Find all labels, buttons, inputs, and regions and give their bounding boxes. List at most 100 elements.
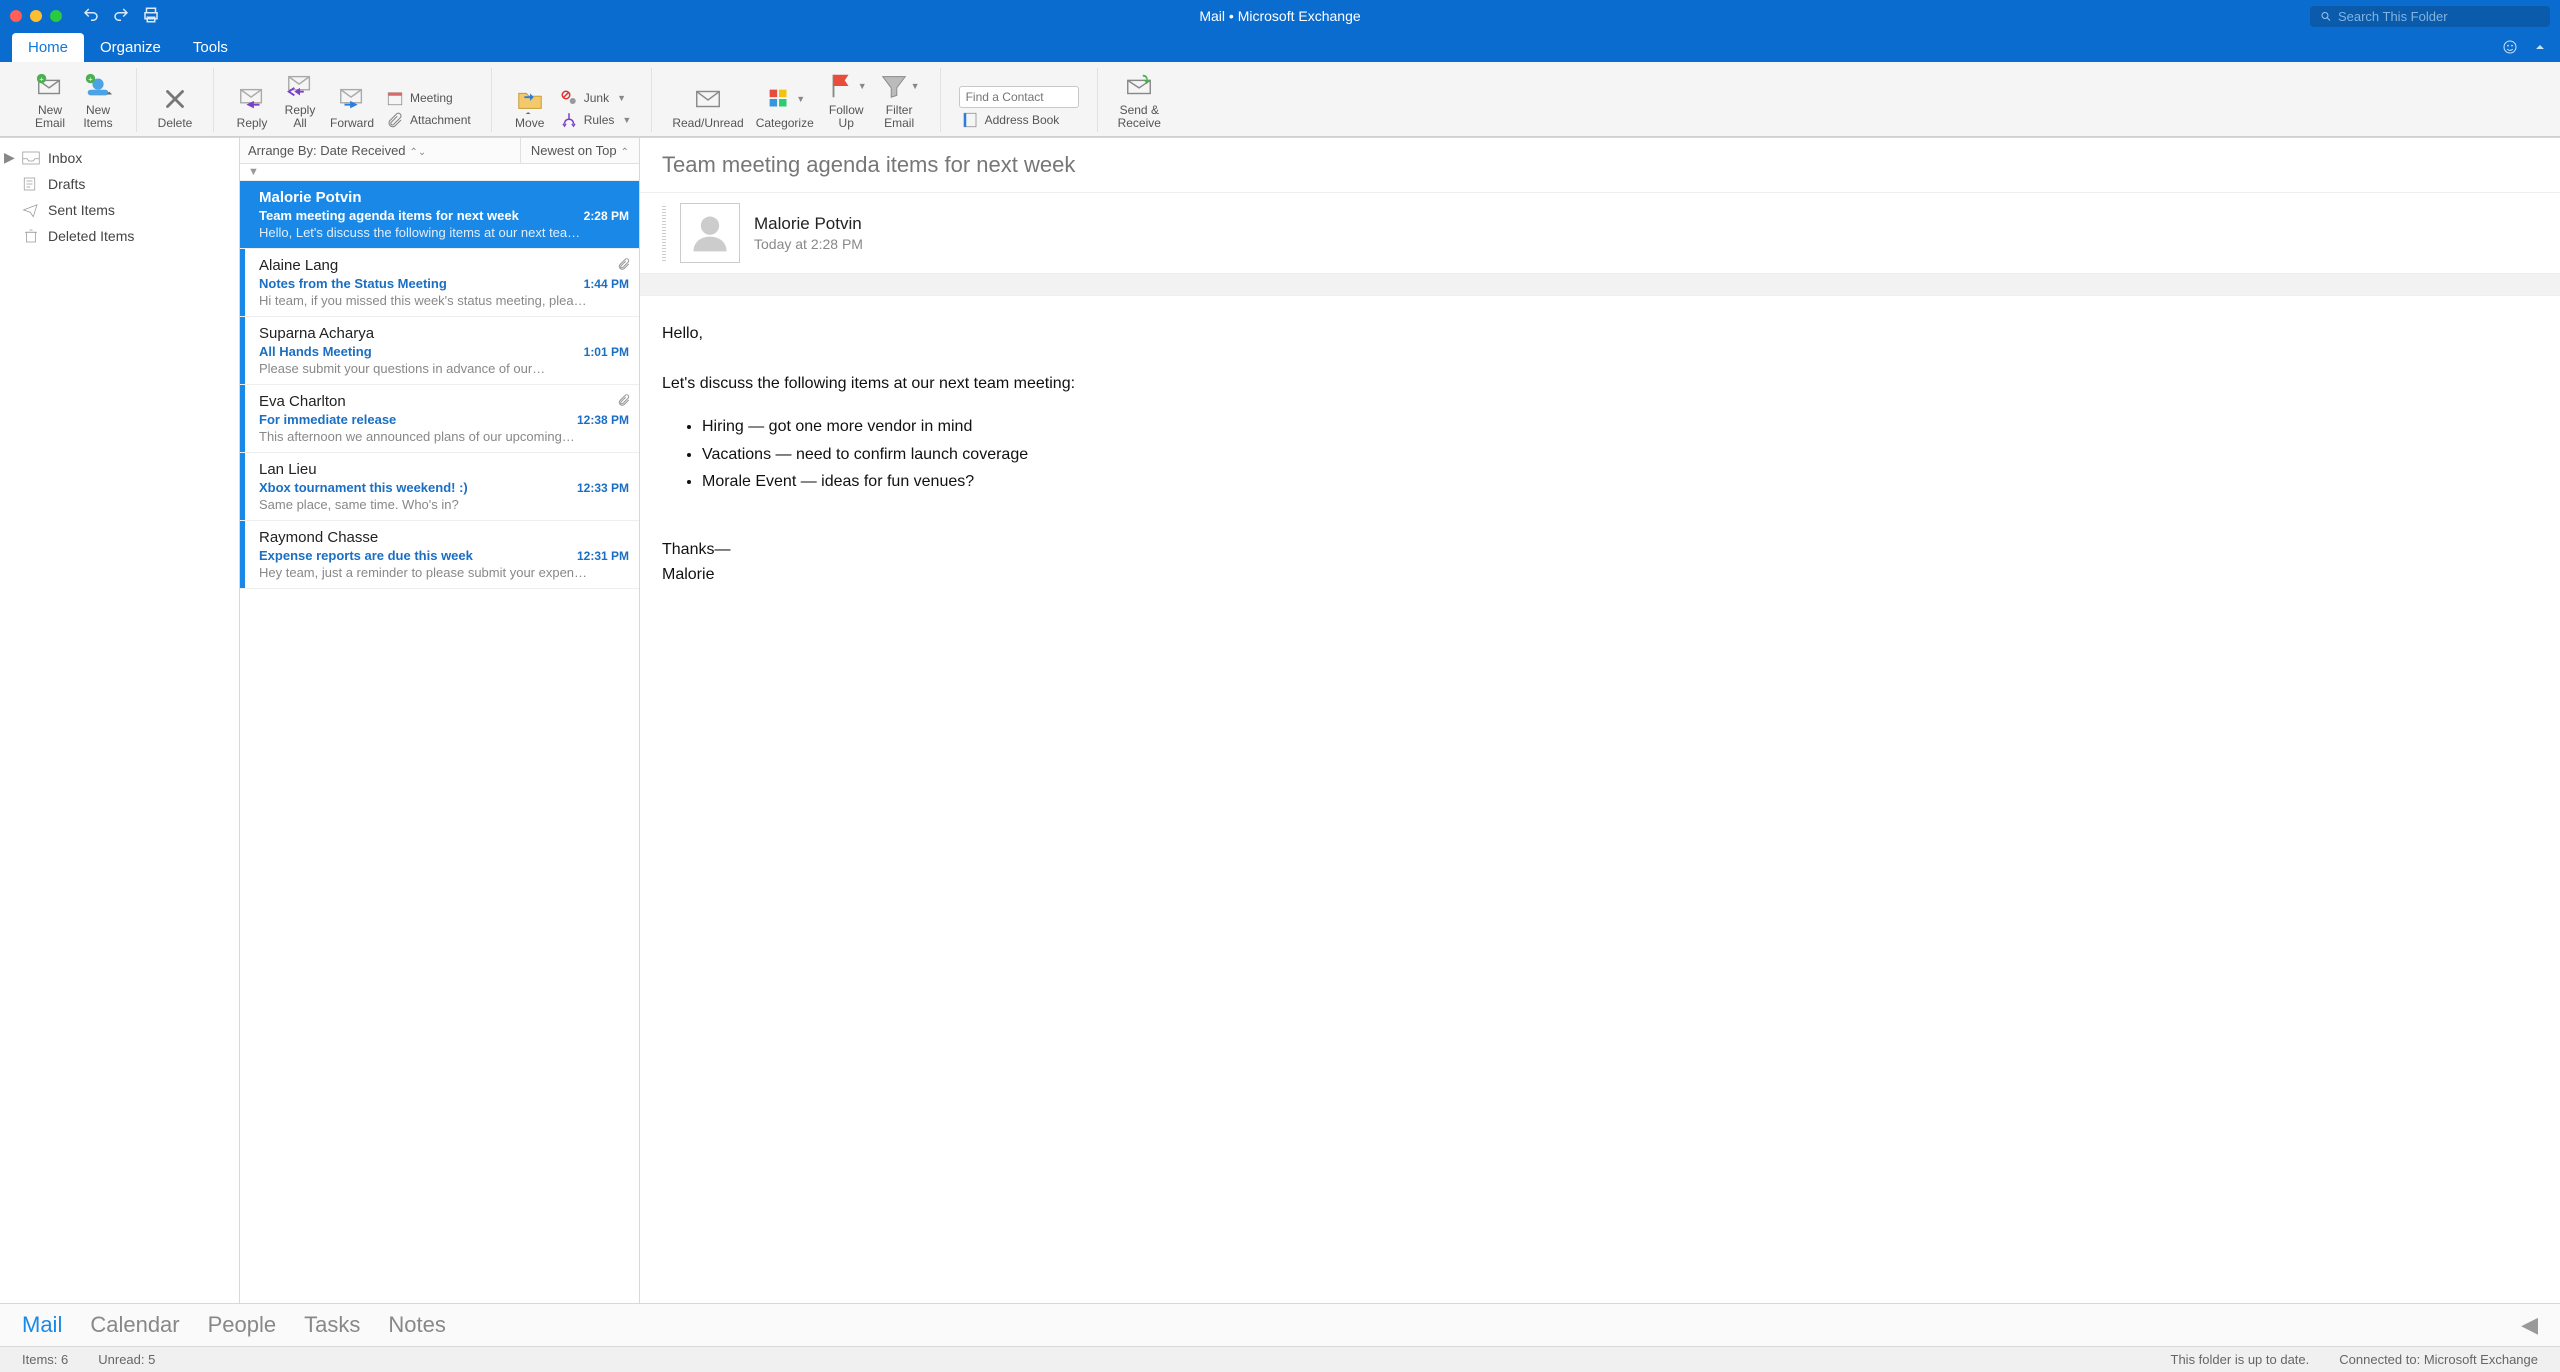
sent-icon bbox=[22, 203, 40, 217]
smiley-feedback-icon[interactable] bbox=[2502, 39, 2518, 58]
message-item[interactable]: Raymond ChasseExpense reports are due th… bbox=[240, 521, 639, 589]
message-time: 1:44 PM bbox=[584, 277, 629, 291]
read-unread-button[interactable]: Read/Unread bbox=[666, 81, 749, 132]
message-list-header: Arrange By: Date Received⌃⌄ Newest on To… bbox=[240, 138, 639, 164]
message-time: 12:38 PM bbox=[577, 413, 629, 427]
search-icon bbox=[2320, 10, 2332, 23]
titlebar: Mail • Microsoft Exchange bbox=[0, 0, 2560, 32]
folder-drafts[interactable]: Drafts bbox=[0, 171, 239, 197]
folder-deleted-label: Deleted Items bbox=[48, 228, 134, 244]
search-box[interactable] bbox=[2310, 6, 2550, 27]
message-item[interactable]: Suparna AcharyaAll Hands Meeting1:01 PMP… bbox=[240, 317, 639, 385]
reading-pane: Team meeting agenda items for next week … bbox=[640, 138, 2560, 1303]
switch-mail[interactable]: Mail bbox=[22, 1312, 62, 1338]
body-closing1: Thanks— bbox=[662, 538, 2538, 563]
undo-icon[interactable] bbox=[82, 6, 100, 27]
status-bar: Items: 6 Unread: 5 This folder is up to … bbox=[0, 1346, 2560, 1372]
print-icon[interactable] bbox=[142, 6, 160, 27]
svg-text:+: + bbox=[39, 74, 44, 83]
expand-triangle-icon[interactable]: ▶ bbox=[4, 149, 14, 166]
move-button[interactable]: Move bbox=[506, 81, 554, 132]
folder-pane: ▶ Inbox Drafts Sent Items Deleted Items bbox=[0, 138, 240, 1303]
close-window-button[interactable] bbox=[10, 10, 22, 22]
minimize-window-button[interactable] bbox=[30, 10, 42, 22]
message-preview: Hello, Let's discuss the following items… bbox=[259, 225, 629, 240]
body-bullets: Hiring — got one more vendor in mindVaca… bbox=[702, 415, 2538, 495]
rules-label: Rules bbox=[584, 113, 615, 127]
junk-button[interactable]: Junk▼ bbox=[558, 88, 634, 108]
body-intro: Let's discuss the following items at our… bbox=[662, 372, 2538, 397]
filter-email-label: Filter Email bbox=[884, 104, 914, 130]
body-greeting: Hello, bbox=[662, 322, 2538, 347]
message-item[interactable]: Alaine LangNotes from the Status Meeting… bbox=[240, 249, 639, 317]
send-receive-button[interactable]: Send & Receive bbox=[1112, 68, 1167, 132]
collapse-ribbon-icon[interactable] bbox=[2532, 39, 2548, 58]
switch-notes[interactable]: Notes bbox=[388, 1312, 445, 1338]
filter-email-button[interactable]: ▼ Filter Email bbox=[873, 68, 926, 132]
sort-order-label: Newest on Top bbox=[531, 143, 617, 158]
folder-inbox[interactable]: ▶ Inbox bbox=[0, 144, 239, 171]
message-time: 2:28 PM bbox=[584, 209, 629, 223]
search-input[interactable] bbox=[2338, 9, 2540, 24]
delete-button[interactable]: Delete bbox=[151, 81, 199, 132]
forward-button[interactable]: Forward bbox=[324, 81, 380, 132]
address-book-icon bbox=[961, 111, 979, 129]
switch-tasks[interactable]: Tasks bbox=[304, 1312, 360, 1338]
reading-subject: Team meeting agenda items for next week bbox=[640, 138, 2560, 193]
tab-organize[interactable]: Organize bbox=[84, 33, 177, 62]
redo-icon[interactable] bbox=[112, 6, 130, 27]
drag-handle-icon[interactable] bbox=[662, 205, 666, 261]
drafts-icon bbox=[22, 177, 40, 191]
meeting-label: Meeting bbox=[410, 91, 453, 105]
folder-sent[interactable]: Sent Items bbox=[0, 197, 239, 223]
message-list-pane: Arrange By: Date Received⌃⌄ Newest on To… bbox=[240, 138, 640, 1303]
switch-people[interactable]: People bbox=[208, 1312, 277, 1338]
reading-header: Malorie Potvin Today at 2:28 PM bbox=[640, 193, 2560, 274]
address-book-button[interactable]: Address Book bbox=[959, 110, 1079, 130]
zoom-window-button[interactable] bbox=[50, 10, 62, 22]
message-preview: Same place, same time. Who's in? bbox=[259, 497, 629, 512]
message-list: Malorie PotvinTeam meeting agenda items … bbox=[240, 181, 639, 589]
message-preview: This afternoon we announced plans of our… bbox=[259, 429, 629, 444]
message-item[interactable]: Eva Charlton For immediate release 12:38 P… bbox=[240, 385, 639, 453]
reading-body: Hello, Let's discuss the following items… bbox=[640, 296, 2560, 613]
sort-order-button[interactable]: Newest on Top⌃ bbox=[521, 138, 639, 163]
message-from: Alaine Lang bbox=[259, 257, 629, 274]
find-contact-input[interactable] bbox=[959, 86, 1079, 108]
attachment-button[interactable]: Attachment bbox=[384, 110, 473, 130]
group-collapse-icon[interactable]: ▼ bbox=[240, 164, 639, 181]
body-bullet: Morale Event — ideas for fun venues? bbox=[702, 470, 2538, 495]
message-from: Eva Charlton bbox=[259, 393, 629, 410]
tab-home[interactable]: Home bbox=[12, 33, 84, 62]
message-item[interactable]: Lan LieuXbox tournament this weekend! :)… bbox=[240, 453, 639, 521]
message-subject: Team meeting agenda items for next week bbox=[259, 208, 576, 223]
status-items: Items: 6 bbox=[22, 1352, 68, 1367]
meeting-button[interactable]: Meeting bbox=[384, 88, 473, 108]
message-from: Lan Lieu bbox=[259, 461, 629, 478]
new-email-button[interactable]: + New Email bbox=[26, 68, 74, 132]
message-preview: Hey team, just a reminder to please subm… bbox=[259, 565, 629, 580]
reply-button[interactable]: Reply bbox=[228, 81, 276, 132]
attachment-icon bbox=[617, 393, 631, 410]
follow-up-button[interactable]: ▼ Follow Up bbox=[820, 68, 873, 132]
switcher-more-icon[interactable]: ◀ bbox=[2521, 1312, 2538, 1338]
folder-deleted[interactable]: Deleted Items bbox=[0, 223, 239, 249]
inbox-icon bbox=[22, 151, 40, 165]
categorize-label: Categorize bbox=[756, 117, 814, 130]
folder-sent-label: Sent Items bbox=[48, 202, 115, 218]
new-items-button[interactable]: + New Items bbox=[74, 68, 122, 132]
message-subject: Expense reports are due this week bbox=[259, 548, 569, 563]
body-bullet: Hiring — got one more vendor in mind bbox=[702, 415, 2538, 440]
message-subject: For immediate release bbox=[259, 412, 569, 427]
tab-tools[interactable]: Tools bbox=[177, 33, 244, 62]
categorize-button[interactable]: ▼ Categorize bbox=[750, 81, 820, 132]
arrange-by-button[interactable]: Arrange By: Date Received⌃⌄ bbox=[240, 138, 521, 163]
message-time: 12:33 PM bbox=[577, 481, 629, 495]
junk-label: Junk bbox=[584, 91, 609, 105]
attachment-label: Attachment bbox=[410, 113, 471, 127]
switch-calendar[interactable]: Calendar bbox=[90, 1312, 179, 1338]
rules-button[interactable]: Rules▼ bbox=[558, 110, 634, 130]
message-item[interactable]: Malorie PotvinTeam meeting agenda items … bbox=[240, 181, 639, 249]
reply-all-button[interactable]: Reply All bbox=[276, 68, 324, 132]
follow-up-label: Follow Up bbox=[829, 104, 864, 130]
